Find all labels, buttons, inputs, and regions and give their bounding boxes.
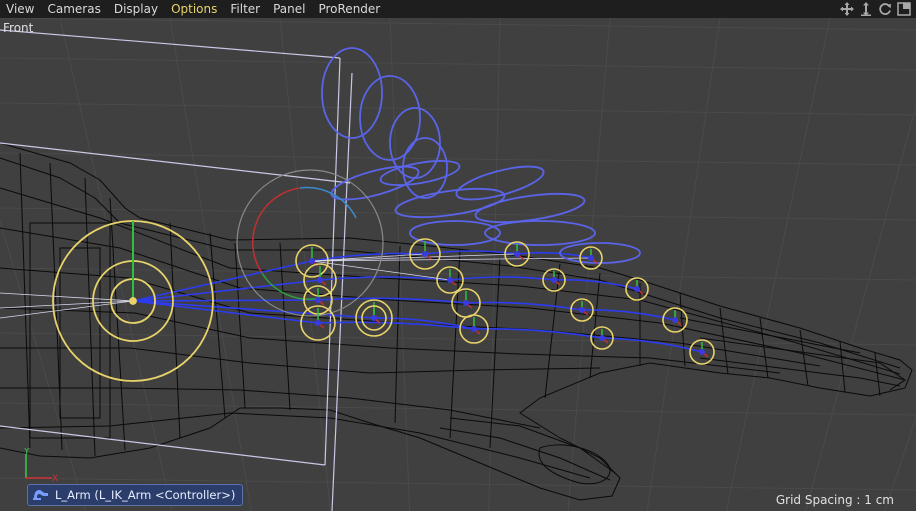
selected-object-label: L_Arm (L_IK_Arm <Controller>)	[55, 488, 236, 502]
svg-text:X: X	[52, 474, 58, 484]
menu-view[interactable]: View	[0, 0, 41, 18]
finger-joint-controller	[689, 339, 715, 365]
switch-view-icon[interactable]	[896, 1, 912, 17]
menu-display[interactable]: Display	[108, 0, 165, 18]
front-viewport[interactable]: Front Y X L_Arm (L_IK_Arm <Controller>) …	[0, 18, 916, 511]
menu-options[interactable]: Options	[165, 0, 224, 18]
menu-cameras[interactable]: Cameras	[41, 0, 107, 18]
menu-panel[interactable]: Panel	[267, 0, 312, 18]
zoom-view-icon[interactable]	[858, 1, 874, 17]
finger-joint-controller	[303, 263, 337, 297]
svg-text:Y: Y	[23, 448, 30, 457]
menu-prorender[interactable]: ProRender	[312, 0, 387, 18]
ik-tag-icon	[32, 486, 50, 505]
viewport-view-label: Front	[3, 21, 34, 35]
cinema4d-viewport-window: View Cameras Display Options Filter Pane…	[0, 0, 916, 511]
grid-spacing-readout: Grid Spacing : 1 cm	[775, 493, 894, 507]
axis-orientation-gizmo: Y X	[23, 448, 58, 484]
bone-hierarchy	[0, 250, 703, 353]
viewport-menubar: View Cameras Display Options Filter Pane…	[0, 0, 916, 18]
hand-wireframe-mesh	[0, 142, 913, 501]
selected-object-indicator[interactable]: L_Arm (L_IK_Arm <Controller>)	[27, 484, 244, 506]
rotate-view-icon[interactable]	[877, 1, 893, 17]
move-view-icon[interactable]	[839, 1, 855, 17]
finger-joint-controller	[662, 307, 688, 333]
view-navigation-controls	[839, 0, 912, 18]
menu-filter[interactable]: Filter	[224, 0, 267, 18]
perspective-grid	[0, 18, 916, 511]
scene-canvas[interactable]	[0, 18, 916, 511]
